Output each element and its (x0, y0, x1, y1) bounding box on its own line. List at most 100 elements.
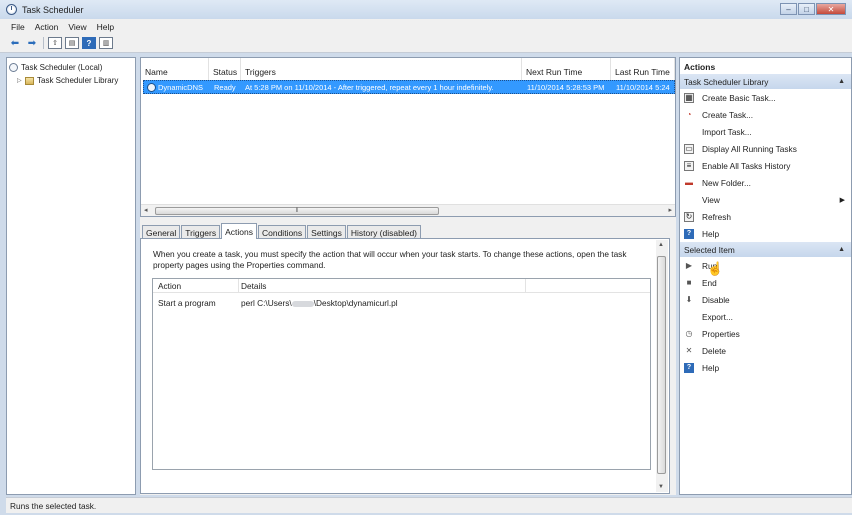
disable-icon: ⬇ (685, 295, 693, 304)
no-icon (684, 312, 694, 322)
action-disable[interactable]: ⬇ Disable (680, 291, 851, 308)
action-label: Help (702, 228, 720, 239)
calendar-wand-icon: ▦ (684, 92, 694, 103)
up-folder-icon[interactable]: ⇧ (48, 37, 62, 49)
vertical-scrollbar[interactable]: ▲ ▼ (656, 240, 668, 492)
help-icon[interactable]: ? (82, 37, 96, 49)
expand-arrow-icon[interactable]: ▷ (17, 77, 23, 84)
center-pane: Name Status Triggers Next Run Time Last … (140, 57, 676, 495)
column-divider[interactable] (238, 279, 239, 293)
action-enable-history[interactable]: ≡ Enable All Tasks History (680, 157, 851, 174)
tab-triggers[interactable]: Triggers (181, 225, 221, 239)
actions-description: When you create a task, you must specify… (153, 249, 627, 270)
action-label: New Folder... (702, 177, 751, 188)
action-import-task[interactable]: Import Task... (680, 123, 851, 140)
tab-general[interactable]: General (142, 225, 181, 239)
action-delete[interactable]: ✕ Delete (680, 342, 851, 359)
action-label: View (702, 194, 720, 205)
action-help-selected[interactable]: ? Help (680, 359, 851, 376)
action-create-task[interactable]: ◔ Create Task... (680, 106, 851, 123)
action-new-folder[interactable]: ▬ New Folder... (680, 174, 851, 191)
minimize-button[interactable]: ‒ (780, 3, 797, 15)
action-run[interactable]: ▶ Run ☝ (680, 257, 851, 277)
action-display-running-tasks[interactable]: ▭ Display All Running Tasks (680, 140, 851, 157)
scroll-left-icon[interactable]: ◂ (144, 206, 148, 214)
section-title: Selected Item (684, 244, 735, 255)
column-header-details[interactable]: Details (241, 281, 266, 291)
scroll-thumb[interactable]: ⦀ (155, 207, 439, 215)
details-suffix: \Desktop\dynamicurl.pl (313, 298, 398, 308)
menu-bar: File Action View Help (0, 19, 852, 34)
menu-file[interactable]: File (6, 22, 30, 32)
action-type-cell[interactable]: Start a program (158, 298, 216, 308)
toolbar: ⬅ ➡ ⇧ ▤ ? ▥ (0, 34, 852, 53)
title-bar: Task Scheduler ‒ □ ✕ (0, 0, 852, 19)
action-end[interactable]: ■ End (680, 274, 851, 291)
action-label: Enable All Tasks History (702, 160, 791, 171)
action-label: Create Basic Task... (702, 92, 776, 103)
collapse-arrow-icon[interactable]: ▲ (838, 246, 845, 253)
folder-icon (25, 76, 34, 85)
task-triggers: At 5:28 PM on 11/10/2014 - After trigger… (245, 83, 494, 92)
show-hide-action-pane-icon[interactable]: ▥ (99, 37, 113, 49)
back-arrow-icon[interactable]: ⬅ (8, 37, 22, 49)
menu-help[interactable]: Help (92, 22, 119, 32)
tree-node-library[interactable]: ▷ Task Scheduler Library (9, 74, 133, 87)
actions-pane-title: Actions (684, 62, 716, 72)
library-section-header[interactable]: Task Scheduler Library ▲ (680, 74, 851, 89)
task-detail-tabs: General Triggers Actions Conditions Sett… (142, 223, 422, 239)
menu-action[interactable]: Action (30, 22, 64, 32)
action-help-library[interactable]: ? Help (680, 225, 851, 242)
column-header-name[interactable]: Name (141, 58, 209, 80)
horizontal-scrollbar[interactable]: ◂ ⦀ ▸ (141, 204, 675, 216)
action-create-basic-task[interactable]: ▦ Create Basic Task... (680, 89, 851, 106)
task-status: Ready (214, 83, 236, 92)
menu-view[interactable]: View (63, 22, 91, 32)
scroll-right-icon[interactable]: ▸ (668, 206, 672, 214)
maximize-button[interactable]: □ (798, 3, 815, 15)
actions-tab-panel: When you create a task, you must specify… (140, 238, 670, 494)
console-tree: Task Scheduler (Local) ▷ Task Scheduler … (6, 57, 136, 495)
task-row[interactable]: DynamicDNS Ready At 5:28 PM on 11/10/201… (143, 80, 675, 94)
collapse-arrow-icon[interactable]: ▲ (838, 78, 845, 85)
selected-item-section-header[interactable]: Selected Item ▲ (680, 242, 851, 257)
column-header-status[interactable]: Status (209, 58, 241, 80)
redacted-username (291, 300, 314, 307)
submenu-arrow-icon: ▶ (839, 196, 845, 204)
close-button[interactable]: ✕ (816, 3, 846, 15)
folder-icon: ▬ (685, 178, 693, 187)
action-refresh[interactable]: ↻ Refresh (680, 208, 851, 225)
column-divider[interactable] (525, 279, 526, 293)
clock-icon (9, 63, 18, 72)
tree-node-local[interactable]: Task Scheduler (Local) (9, 61, 133, 74)
action-details-cell[interactable]: perl C:\Users\ \Desktop\dynamicurl.pl (241, 298, 398, 308)
column-header-triggers[interactable]: Triggers (241, 58, 522, 80)
action-label: Refresh (702, 211, 732, 222)
column-header-last-run[interactable]: Last Run Time (611, 58, 675, 80)
action-view[interactable]: View ▶ (680, 191, 851, 208)
history-icon: ≡ (684, 160, 694, 171)
column-header-next-run[interactable]: Next Run Time (522, 58, 611, 80)
scroll-up-icon[interactable]: ▲ (658, 242, 664, 248)
action-export[interactable]: Export... (680, 308, 851, 325)
task-scheduler-app-icon (6, 4, 17, 15)
tab-history[interactable]: History (disabled) (346, 225, 422, 239)
scroll-thumb[interactable] (657, 256, 666, 474)
details-prefix: perl C:\Users\ (241, 298, 292, 308)
forward-arrow-icon[interactable]: ➡ (25, 37, 39, 49)
task-icon (147, 83, 156, 92)
tab-settings[interactable]: Settings (307, 225, 346, 239)
action-properties[interactable]: ◷ Properties (680, 325, 851, 342)
task-icon: ◔ (686, 110, 692, 119)
tab-actions[interactable]: Actions (221, 223, 257, 239)
column-header-action[interactable]: Action (158, 281, 181, 291)
actions-pane: Actions Task Scheduler Library ▲ ▦ Creat… (679, 57, 852, 495)
show-hide-console-tree-icon[interactable]: ▤ (65, 37, 79, 49)
scroll-down-icon[interactable]: ▼ (658, 484, 664, 490)
help-icon: ? (684, 228, 694, 239)
section-title: Task Scheduler Library (684, 76, 769, 87)
running-tasks-icon: ▭ (684, 143, 694, 154)
actions-table-header: Action Details (153, 279, 650, 293)
tab-conditions[interactable]: Conditions (257, 225, 307, 239)
toolbar-separator (43, 37, 44, 49)
